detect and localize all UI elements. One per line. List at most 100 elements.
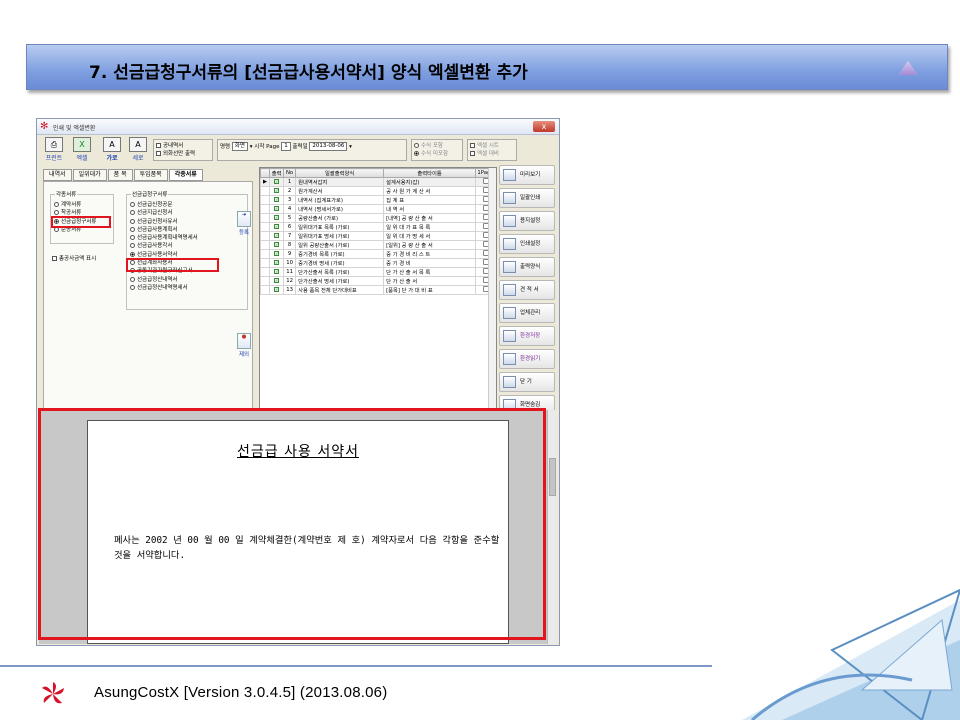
print-date-input[interactable]: 2013-08-06	[309, 142, 348, 151]
start-page-input[interactable]: 1	[281, 142, 291, 151]
table-row[interactable]: ✓ 4 내역서 (명세서가로) 내 역 서	[260, 204, 496, 214]
table-row[interactable]: ✓ 6 일위대가표 목록 (가로) 일 위 대 가 표 목 록	[260, 222, 496, 232]
tab-input-items[interactable]: 투입품목	[133, 169, 168, 181]
radio-doc-10[interactable]: 선금급정산내역서	[130, 276, 244, 284]
table-row[interactable]: ✓ 11 단가산출서 목록 (가로) 단 가 산 출 서 목 록	[260, 267, 496, 277]
excel-sheet-checkbox[interactable]: 엑셀 시트	[470, 142, 514, 150]
table-row[interactable]: ✓ 9 중기경비 목록 (가로) 중 기 경 비 리 스 트	[260, 249, 496, 259]
print-checkbox[interactable]: ✓	[269, 231, 285, 241]
print-checkbox[interactable]: ✓	[269, 249, 285, 259]
row-indicator	[260, 258, 271, 268]
mode-select[interactable]: 화면	[231, 142, 248, 151]
row-form: 중기경비 목록 (가로)	[295, 249, 385, 259]
tab-documents[interactable]: 각종서류	[168, 169, 203, 181]
right-button-label: 닫 기	[520, 379, 532, 385]
advance-docs-title: 선금급청구서류	[131, 191, 169, 200]
table-row[interactable]: ✓ 8 일위 공량산출서 (가로) [일위] 공 량 산 출 서	[260, 240, 496, 250]
radio-doc-6[interactable]: 선금급사용각서	[130, 242, 244, 250]
public-spec-checkbox[interactable]: 공내역서	[156, 142, 210, 150]
foreign-only-checkbox[interactable]: 외화선만 출력	[156, 150, 210, 158]
print-checkbox[interactable]: ✓	[269, 204, 285, 214]
close-window-button[interactable]: 닫 기	[499, 372, 555, 392]
load-settings-button[interactable]: 환경읽기	[499, 349, 555, 369]
print-setup-button[interactable]: 인쇄설정	[499, 234, 555, 254]
row-no: 10	[283, 258, 297, 268]
excel-compare-checkbox[interactable]: 엑셀 대비	[470, 150, 514, 158]
radio-doc-3[interactable]: 선금급신청사유서	[130, 218, 244, 226]
print-checkbox[interactable]: ✓	[269, 195, 285, 205]
document-tabs: 내역서 일위대가 품 목 투입품목 각종서류	[43, 169, 204, 181]
print-checkbox[interactable]: ✓	[269, 285, 285, 295]
estimate-icon	[503, 284, 516, 296]
row-form: 일위 공량산출서 (가로)	[295, 240, 385, 250]
preview-scroll-thumb[interactable]	[549, 458, 556, 496]
radio-doc-2[interactable]: 선금지급신청서	[130, 209, 244, 217]
print-checkbox[interactable]: ✓	[269, 267, 285, 277]
table-row[interactable]: ✓ 2 원가계산서 공 사 원 가 계 산 서	[260, 186, 496, 196]
tab-items[interactable]: 품 목	[107, 169, 133, 181]
excel-button[interactable]: X 엑셀	[69, 137, 95, 163]
radio-doc-5[interactable]: 선금급사용계획내역명세서	[130, 234, 244, 242]
vendor-button[interactable]: 업체관리	[499, 303, 555, 323]
register-button[interactable]: ➜ 등록	[235, 211, 253, 236]
check-icon: ✓	[274, 251, 280, 256]
right-button-label: 출력양식	[520, 264, 541, 270]
row-indicator	[260, 222, 271, 232]
save-settings-icon	[503, 330, 516, 342]
table-row[interactable]: ✓ 3 내역서 (집계표가로) 집 계 표	[260, 195, 496, 205]
right-button-label: 견 적 서	[520, 287, 539, 293]
landscape-button[interactable]: A 가로	[99, 137, 125, 163]
row-form: 내역서 (집계표가로)	[295, 195, 385, 205]
total-amount-checkbox[interactable]: 총공사금액 표시	[52, 254, 96, 262]
print-checkbox[interactable]: ✓	[269, 177, 285, 187]
formula-include-radio[interactable]: 수식 포함	[414, 142, 460, 150]
row-title: 일 위 대 가 표 목 록	[383, 222, 476, 232]
row-form: 단가산출서 목록 (가로)	[295, 267, 385, 277]
radio-contract[interactable]: 계약서류	[54, 201, 110, 209]
table-row[interactable]: ✓ 13 사용 품목 전체 단가대비표 [품목] 단 가 대 비 표	[260, 285, 496, 295]
radio-doc-11[interactable]: 선금급정산내역명세서	[130, 284, 244, 292]
footer-version: AsungCostX [Version 3.0.4.5] (2013.08.06…	[94, 684, 388, 701]
print-setup-icon	[503, 238, 516, 250]
radio-doc-4[interactable]: 선금급사용계획서	[130, 226, 244, 234]
batch-print-button[interactable]: 일괄인쇄	[499, 188, 555, 208]
output-format-button[interactable]: 출력양식	[499, 257, 555, 277]
radio-doc-1[interactable]: 선금급신청공문	[130, 201, 244, 209]
row-no: 6	[283, 222, 297, 232]
print-checkbox[interactable]: ✓	[269, 213, 285, 223]
preview-scrollbar[interactable]	[547, 410, 557, 644]
tab-spec[interactable]: 내역서	[43, 169, 72, 181]
row-title: [내역] 공 량 산 출 서	[383, 213, 476, 223]
formula-exclude-radio[interactable]: 수식 미포함	[414, 150, 460, 158]
remove-button[interactable]: ● 제외	[235, 333, 253, 358]
row-indicator	[260, 195, 271, 205]
grid-scrollbar[interactable]	[488, 168, 496, 408]
preview-button[interactable]: 미리보기	[499, 165, 555, 185]
table-row[interactable]: ✓ 10 중기경비 명세 (가로) 중 기 경 비	[260, 258, 496, 268]
row-form: 일위대가표 목록 (가로)	[295, 222, 385, 232]
print-button[interactable]: ⎙ 프린트	[41, 137, 67, 163]
highlight-advance-radio	[51, 216, 111, 228]
print-checkbox[interactable]: ✓	[269, 276, 285, 286]
estimate-button[interactable]: 견 적 서	[499, 280, 555, 300]
row-indicator-header	[260, 168, 271, 178]
save-settings-button[interactable]: 환경저장	[499, 326, 555, 346]
print-checkbox[interactable]: ✓	[269, 240, 285, 250]
table-row[interactable]: ✓ 7 일위대가표 명세 (가로) 일 위 대 가 명 세 서	[260, 231, 496, 241]
table-row[interactable]: ✓ 5 공량산출서 (가로) [내역] 공 량 산 출 서	[260, 213, 496, 223]
print-checkbox[interactable]: ✓	[269, 186, 285, 196]
paper-setup-icon	[503, 215, 516, 227]
print-checkbox[interactable]: ✓	[269, 222, 285, 232]
close-button[interactable]: x	[533, 121, 555, 132]
table-row[interactable]: ▶ ✓ 1 원내역서갑지 설계서용지(갑)	[260, 177, 496, 187]
table-row[interactable]: ✓ 12 단가산출서 명세 (가로) 단 가 산 출 서	[260, 276, 496, 286]
row-no: 2	[283, 186, 297, 196]
paper-setup-button[interactable]: 용지설정	[499, 211, 555, 231]
check-icon: ✓	[274, 242, 280, 247]
output-format-icon	[503, 261, 516, 273]
print-date-label: 출력일	[292, 144, 308, 150]
print-checkbox[interactable]: ✓	[269, 258, 285, 268]
portrait-button[interactable]: A 세로	[125, 137, 151, 163]
row-title: 단 가 산 출 서	[383, 276, 476, 286]
tab-unit-price[interactable]: 일위대가	[72, 169, 107, 181]
